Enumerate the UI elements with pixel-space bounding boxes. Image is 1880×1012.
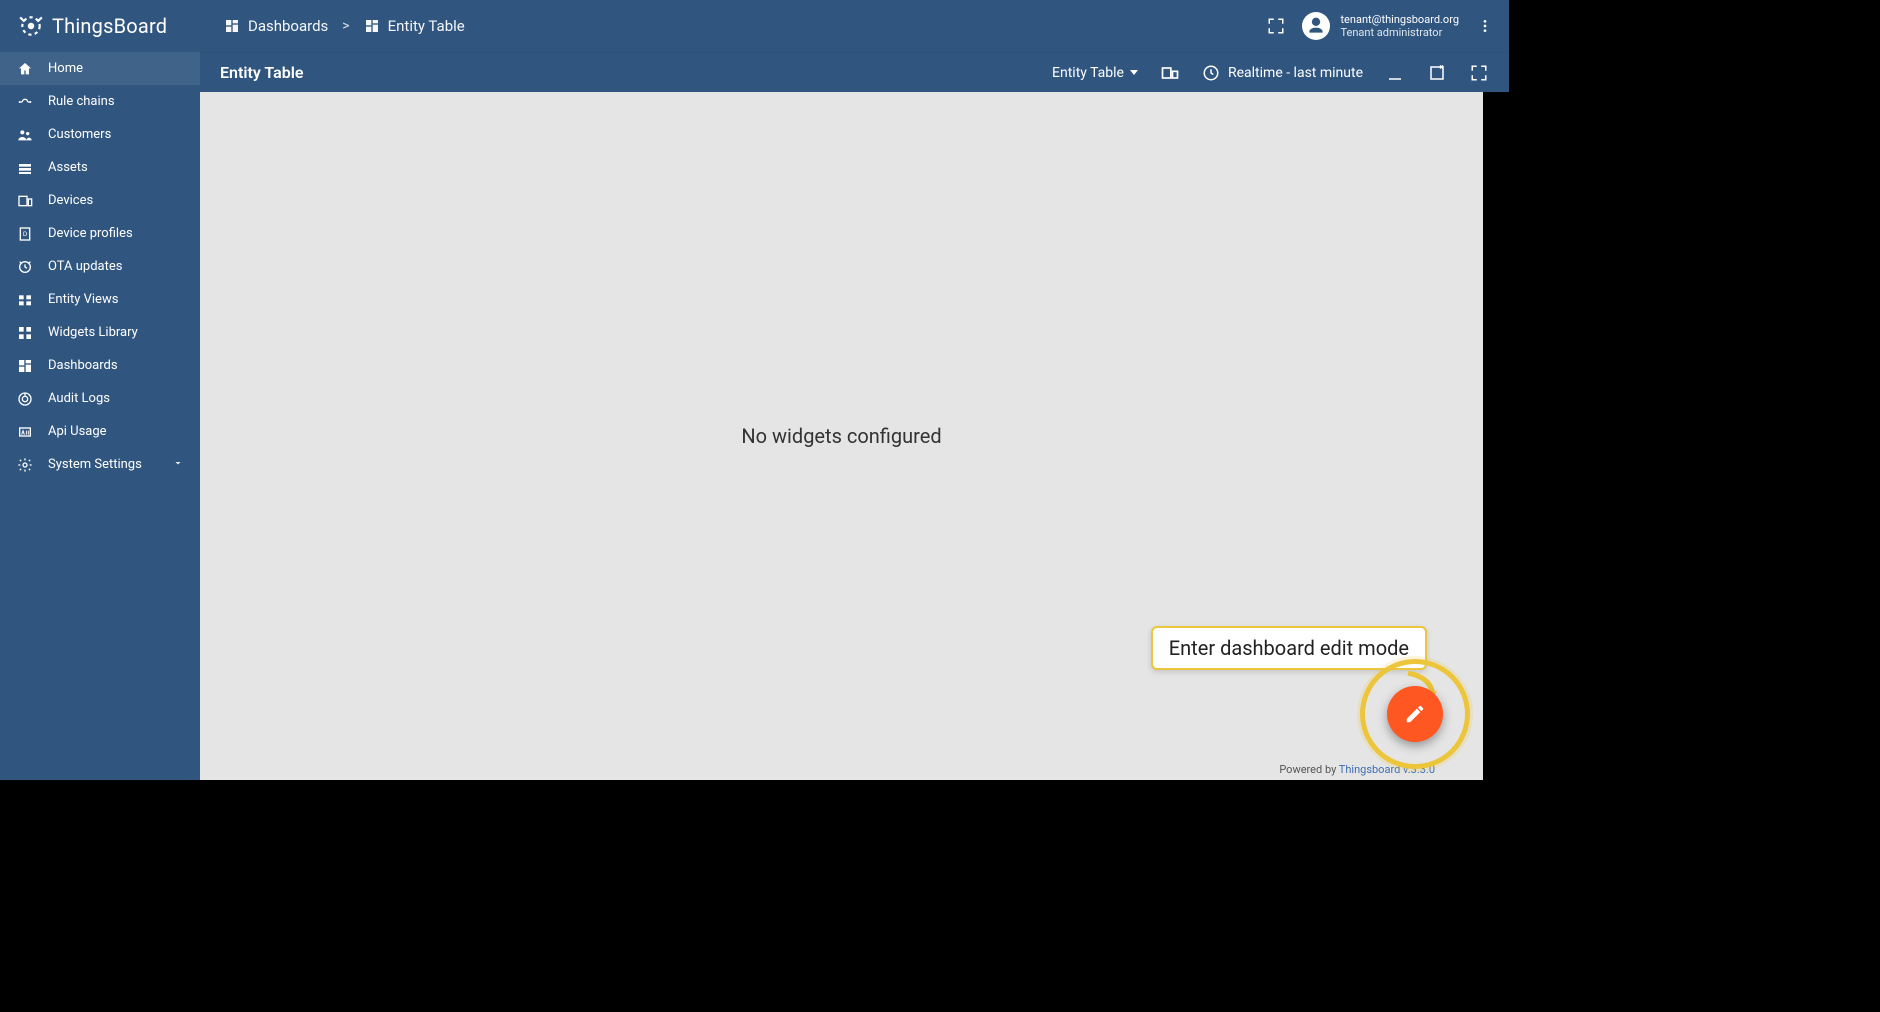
sidebar-item-audit-logs[interactable]: Audit Logs bbox=[0, 382, 200, 415]
sidebar-item-label: Assets bbox=[48, 160, 88, 175]
sidebar-item-label: Audit Logs bbox=[48, 391, 110, 406]
state-selector-label: Entity Table bbox=[1052, 65, 1124, 81]
rulechain-icon bbox=[16, 94, 34, 110]
sidebar-item-home[interactable]: Home bbox=[0, 52, 200, 85]
sidebar-item-label: Customers bbox=[48, 127, 111, 142]
sidebar-item-label: Device profiles bbox=[48, 226, 133, 241]
sidebar-item-label: Api Usage bbox=[48, 424, 107, 439]
manage-layouts-icon[interactable] bbox=[1427, 63, 1447, 83]
annotation-tooltip: Enter dashboard edit mode bbox=[1151, 626, 1427, 670]
customers-icon bbox=[16, 127, 34, 143]
sidebar-item-system-settings[interactable]: System Settings bbox=[0, 448, 200, 481]
more-menu-icon[interactable] bbox=[1473, 14, 1497, 38]
sidebar-item-label: Home bbox=[48, 61, 83, 76]
state-selector[interactable]: Entity Table bbox=[1052, 65, 1138, 81]
assets-icon bbox=[16, 160, 34, 176]
ota-icon bbox=[16, 259, 34, 275]
sidebar-item-widgets-library[interactable]: Widgets Library bbox=[0, 316, 200, 349]
devices-icon bbox=[16, 193, 34, 209]
audit-icon bbox=[16, 391, 34, 407]
sidebar-item-assets[interactable]: Assets bbox=[0, 151, 200, 184]
chevron-down-icon bbox=[1130, 70, 1138, 75]
dashboard-icon bbox=[224, 18, 240, 34]
export-icon[interactable] bbox=[1385, 63, 1405, 83]
breadcrumb-current[interactable]: Entity Table bbox=[364, 17, 465, 35]
sidebar-item-label: OTA updates bbox=[48, 259, 122, 274]
chevron-down-icon bbox=[172, 457, 184, 473]
sidebar-item-customers[interactable]: Customers bbox=[0, 118, 200, 151]
footer-link[interactable]: Thingsboard v.3.3.0 bbox=[1339, 763, 1435, 776]
settings-icon bbox=[16, 457, 34, 473]
breadcrumb-separator: > bbox=[338, 18, 353, 34]
breadcrumb-current-label: Entity Table bbox=[388, 17, 465, 35]
page-title: Entity Table bbox=[220, 63, 303, 82]
entityviews-icon bbox=[16, 292, 34, 308]
footer-prefix: Powered by bbox=[1279, 763, 1338, 776]
fullscreen-icon[interactable] bbox=[1469, 63, 1489, 83]
edit-mode-fab[interactable] bbox=[1387, 686, 1443, 742]
breadcrumb-root[interactable]: Dashboards bbox=[224, 17, 328, 35]
sidebar-item-label: Rule chains bbox=[48, 94, 115, 109]
sidebar-item-label: Widgets Library bbox=[48, 325, 138, 340]
dashboard-canvas: No widgets configured Powered by Thingsb… bbox=[200, 92, 1483, 780]
footer: Powered by Thingsboard v.3.3.0 bbox=[1279, 763, 1435, 776]
entity-aliases-icon[interactable] bbox=[1160, 63, 1180, 83]
api-icon bbox=[16, 424, 34, 440]
home-icon bbox=[16, 61, 34, 77]
timewindow-label: Realtime - last minute bbox=[1228, 65, 1363, 81]
clock-icon bbox=[1202, 64, 1220, 82]
fullscreen-toggle-icon[interactable] bbox=[1264, 14, 1288, 38]
sidebar-item-label: System Settings bbox=[48, 457, 142, 472]
breadcrumb: Dashboards > Entity Table bbox=[200, 17, 465, 35]
sidebar-item-devices[interactable]: Devices bbox=[0, 184, 200, 217]
topbar: ThingsBoard Dashboards > Entity Table bbox=[0, 0, 1509, 52]
sidebar-item-api-usage[interactable]: Api Usage bbox=[0, 415, 200, 448]
deviceprofile-icon: D bbox=[16, 226, 34, 242]
sidebar-item-entity-views[interactable]: Entity Views bbox=[0, 283, 200, 316]
sidebar-item-label: Entity Views bbox=[48, 292, 118, 307]
brand-name: ThingsBoard bbox=[52, 14, 167, 38]
user-role: Tenant administrator bbox=[1340, 26, 1459, 39]
widgets-icon bbox=[16, 325, 34, 341]
user-email: tenant@thingsboard.org bbox=[1340, 13, 1459, 26]
avatar-icon bbox=[1302, 12, 1330, 40]
sidebar-item-device-profiles[interactable]: D Device profiles bbox=[0, 217, 200, 250]
dashboard-toolbar: Entity Table Entity Table Realtime - las… bbox=[200, 52, 1509, 92]
sidebar-item-label: Devices bbox=[48, 193, 93, 208]
sidebar-item-ota-updates[interactable]: OTA updates bbox=[0, 250, 200, 283]
right-black-strip bbox=[1483, 92, 1509, 780]
brand[interactable]: ThingsBoard bbox=[0, 13, 200, 39]
dashboard-icon bbox=[364, 18, 380, 34]
dashboards-icon bbox=[16, 358, 34, 374]
user-menu[interactable]: tenant@thingsboard.org Tenant administra… bbox=[1302, 12, 1459, 40]
empty-state-message: No widgets configured bbox=[741, 424, 941, 448]
sidebar-item-dashboards[interactable]: Dashboards bbox=[0, 349, 200, 382]
sidebar-item-label: Dashboards bbox=[48, 358, 118, 373]
pencil-icon bbox=[1404, 703, 1426, 725]
sidebar: Home Rule chains Customers Assets Devices D De… bbox=[0, 52, 200, 780]
logo-icon bbox=[18, 13, 44, 39]
svg-text:D: D bbox=[23, 230, 27, 238]
breadcrumb-root-label: Dashboards bbox=[248, 17, 328, 35]
sidebar-item-rule-chains[interactable]: Rule chains bbox=[0, 85, 200, 118]
timewindow-selector[interactable]: Realtime - last minute bbox=[1202, 64, 1363, 82]
